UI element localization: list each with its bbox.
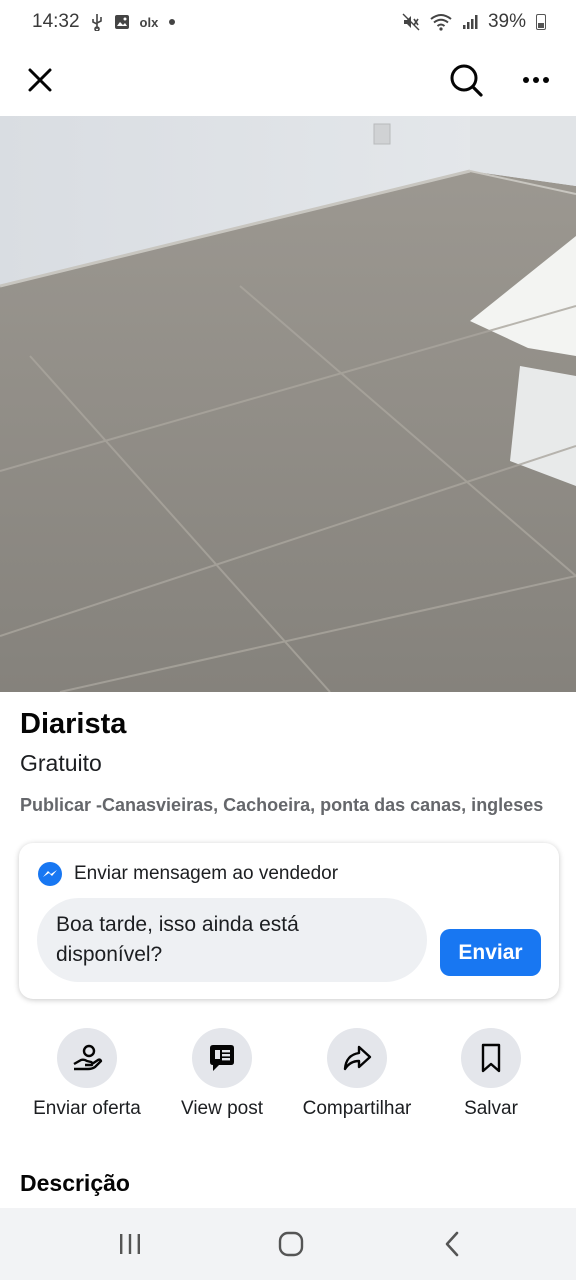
back-icon[interactable]: [432, 1228, 472, 1260]
offer-icon: [57, 1028, 117, 1088]
post-icon: [192, 1028, 252, 1088]
search-icon[interactable]: [446, 60, 486, 100]
message-header: Enviar mensagem ao vendedor: [37, 861, 338, 887]
more-icon[interactable]: [516, 60, 556, 100]
wifi-icon: [430, 13, 452, 31]
status-left: 14:32 olx: [32, 11, 176, 33]
message-input[interactable]: Boa tarde, isso ainda está disponível?: [37, 898, 427, 982]
offer-label: Enviar oferta: [33, 1098, 141, 1119]
recents-icon[interactable]: [110, 1228, 150, 1260]
status-right: 39%: [402, 11, 546, 33]
listing-photo[interactable]: [0, 116, 576, 692]
listing-title: Diarista: [20, 708, 127, 740]
close-icon[interactable]: [20, 60, 60, 100]
bookmark-icon: [461, 1028, 521, 1088]
usb-icon: [90, 13, 104, 31]
description-title: Descrição: [20, 1170, 130, 1196]
offer-action[interactable]: Enviar oferta: [17, 1028, 157, 1120]
olx-icon: olx: [139, 14, 159, 30]
message-card: Enviar mensagem ao vendedor Boa tarde, i…: [19, 843, 559, 999]
status-bar: 14:32 olx 39%: [0, 0, 576, 44]
view-post-action[interactable]: View post: [152, 1028, 292, 1120]
battery-icon: [536, 14, 546, 30]
share-label: Compartilhar: [302, 1098, 412, 1119]
system-nav-bar: [0, 1208, 576, 1280]
view-post-label: View post: [180, 1098, 264, 1119]
save-label: Salvar: [464, 1098, 518, 1119]
listing-location: Publicar -Canasvieiras, Cachoeira, ponta…: [20, 795, 544, 815]
photo-image: [0, 116, 576, 692]
status-time: 14:32: [32, 11, 80, 32]
save-action[interactable]: Salvar: [421, 1028, 561, 1120]
top-bar-actions: [446, 60, 556, 100]
listing-price: Gratuito: [20, 750, 102, 776]
top-bar: [0, 44, 576, 116]
battery-percent: 39%: [487, 11, 526, 32]
home-icon[interactable]: [271, 1228, 311, 1260]
share-action[interactable]: Compartilhar: [287, 1028, 427, 1120]
action-row: Enviar oferta View post Compartilhar Sal…: [0, 1028, 576, 1128]
message-header-label: Enviar mensagem ao vendedor: [74, 863, 339, 884]
send-button[interactable]: Enviar: [440, 929, 541, 976]
dot-icon: [168, 18, 176, 26]
mute-icon: [402, 13, 420, 31]
messenger-icon: [37, 861, 63, 887]
share-icon: [327, 1028, 387, 1088]
image-icon: [114, 14, 130, 30]
signal-icon: [462, 14, 478, 30]
